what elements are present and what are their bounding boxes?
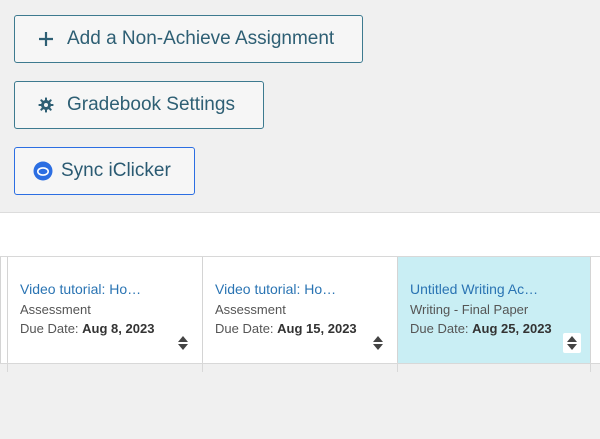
gradebook-settings-button[interactable]: Gradebook Settings — [14, 81, 264, 129]
grid-divider — [590, 362, 591, 372]
assignment-column-header[interactable]: Video tutorial: Ho… Assessment Due Date:… — [7, 257, 202, 363]
plus-icon — [37, 30, 55, 48]
due-date-prefix: Due Date: — [215, 321, 274, 336]
due-date-prefix: Due Date: — [20, 321, 79, 336]
sort-icon[interactable] — [563, 333, 581, 353]
assignment-title-link[interactable]: Video tutorial: Ho… — [215, 281, 397, 297]
assignment-title-link[interactable]: Untitled Writing Ac… — [410, 281, 590, 297]
assignment-column-header-active[interactable]: Untitled Writing Ac… Writing - Final Pap… — [397, 257, 590, 363]
gear-icon — [37, 96, 55, 114]
gradebook-header-strip — [0, 212, 600, 257]
due-date-value: Aug 25, 2023 — [472, 321, 552, 336]
grid-divider — [202, 362, 203, 372]
assignment-title-link[interactable]: Video tutorial: Ho… — [20, 281, 202, 297]
sort-icon[interactable] — [174, 333, 192, 353]
sync-iclicker-button[interactable]: Sync iClicker — [14, 147, 195, 195]
sync-iclicker-label: Sync iClicker — [61, 160, 171, 181]
assignment-column-header[interactable]: Video tutorial: Ho… Assessment Due Date:… — [202, 257, 397, 363]
assignment-type: Assessment — [215, 302, 286, 317]
assignment-type: Writing - Final Paper — [410, 302, 529, 317]
assignment-type: Assessment — [20, 302, 91, 317]
gradebook-settings-label: Gradebook Settings — [67, 94, 235, 115]
next-column-edge — [590, 257, 600, 363]
iclicker-icon — [33, 161, 53, 181]
assignment-header-row: Video tutorial: Ho… Assessment Due Date:… — [0, 256, 600, 364]
add-non-achieve-assignment-button[interactable]: Add a Non-Achieve Assignment — [14, 15, 363, 63]
add-assignment-label: Add a Non-Achieve Assignment — [67, 28, 335, 49]
grid-divider — [7, 362, 8, 372]
due-date-value: Aug 15, 2023 — [277, 321, 357, 336]
sort-icon[interactable] — [369, 333, 387, 353]
grid-divider — [397, 362, 398, 372]
due-date-value: Aug 8, 2023 — [82, 321, 155, 336]
due-date-prefix: Due Date: — [410, 321, 469, 336]
